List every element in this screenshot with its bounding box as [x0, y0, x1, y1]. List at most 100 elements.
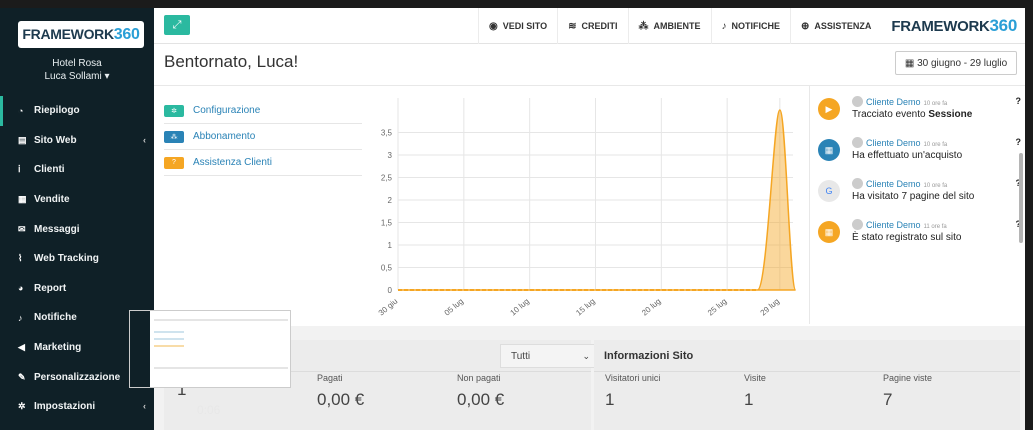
calculator-icon: ▦ [18, 194, 27, 205]
megaphone-icon: ◀ [18, 342, 25, 353]
stat: Pagati 0,00 € [317, 373, 364, 410]
help-icon[interactable]: ? [1016, 96, 1022, 106]
sidebar-item-label: Report [34, 282, 67, 294]
feed-user[interactable]: Cliente Demo 10 ore fa [852, 137, 947, 148]
thumbnail-line [154, 367, 288, 369]
avatar [852, 96, 863, 107]
filter-select-value: Tutti [511, 350, 531, 362]
nav-label: AMBIENTE [653, 21, 701, 31]
sidebar-item-label: Sito Web [34, 134, 77, 146]
top-bar: ⤢ ◉ VEDI SITO ≋ CREDITI ⁂ AMBIENTE ♪ NOTIFICHE ⊕… [154, 8, 1025, 44]
line-chart-icon: ⌇ [18, 253, 23, 264]
sidebar-item-label: Web Tracking [34, 253, 99, 265]
nav-vedi-sito[interactable]: ◉ VEDI SITO [478, 8, 557, 44]
brush-icon: ✎ [18, 371, 26, 382]
feed-scrollbar[interactable] [1019, 153, 1023, 243]
x-tick-label: 10 lug [508, 297, 530, 318]
sidebar-item-impostazioni[interactable]: ✲ Impostazioni ‹ [0, 392, 154, 422]
stat-value: 1 [605, 390, 615, 409]
site-info-title: Informazioni Sito [604, 350, 694, 362]
stat-value: 7 [883, 390, 893, 409]
cubes-icon: ⁂ [164, 130, 184, 143]
question-icon: ? [164, 156, 184, 169]
nav-assistenza[interactable]: ⊕ ASSISTENZA [790, 8, 881, 44]
avatar [852, 178, 863, 189]
site-info-card: Informazioni Sito Visitatori unici 1 Visit… [594, 340, 1020, 430]
feed-item: ▦ Cliente Demo 10 ore fa Ha effettuato un'a… [818, 135, 1025, 176]
feed-user-name: Cliente Demo [866, 97, 921, 107]
page-title: Bentornato, Luca! [164, 52, 299, 71]
divider [809, 86, 810, 324]
thumbnail-line [154, 338, 184, 340]
stat-label: Non pagati [457, 373, 501, 383]
header-logo-text: FRAMEWORK [891, 18, 990, 35]
sidebar-item-report[interactable]: ◕ Report [0, 274, 154, 304]
envelope-icon: ✉ [18, 223, 26, 234]
nav-crediti[interactable]: ≋ CREDITI [557, 8, 627, 44]
nav-notifiche[interactable]: ♪ NOTIFICHE [710, 8, 791, 44]
avatar [852, 137, 863, 148]
info-icon: ◔ [18, 105, 24, 116]
calendar-icon: ▦ [818, 221, 840, 243]
calculator-icon: ▦ [818, 139, 840, 161]
feed-user[interactable]: Cliente Demo 10 ore fa [852, 96, 947, 107]
logo-suffix: 360 [113, 25, 140, 43]
sidebar-item-label: Marketing [34, 342, 82, 354]
divider [154, 85, 1025, 86]
x-tick-label: 20 lug [640, 297, 662, 318]
nav-label: ASSISTENZA [814, 21, 872, 31]
stat: Visite 1 [744, 373, 766, 410]
header-logo[interactable]: FRAMEWORK360 [881, 16, 1025, 36]
pie-chart-icon: ◕ [18, 283, 24, 294]
logo-text: FRAMEWORK [22, 25, 114, 42]
activity-feed: ▶ Cliente Demo 10 ore fa Tracciato evento S… [818, 94, 1025, 258]
x-tick-label: 30 giu [377, 297, 399, 318]
sidebar-item-messaggi[interactable]: ✉ Messaggi [0, 214, 154, 244]
sidebar-item-vendite[interactable]: ▦ Vendite [0, 185, 154, 215]
feed-user-name: Cliente Demo [866, 179, 921, 189]
site-info-header: Informazioni Sito [594, 340, 1020, 372]
date-range-button[interactable]: ▦ 30 giugno - 29 luglio [895, 51, 1017, 75]
user-menu[interactable]: Luca Sollami ▾ [0, 71, 154, 82]
sidebar-item-label: Clienti [34, 164, 65, 176]
x-tick-label: 05 lug [443, 297, 465, 318]
sidebar-item-label: Vendite [34, 194, 70, 206]
hotel-name: Hotel Rosa [52, 58, 102, 69]
feed-user-name: Cliente Demo [866, 138, 921, 148]
x-tick-label: 29 lug [759, 297, 781, 318]
feed-user[interactable]: Cliente Demo 10 ore fa [852, 178, 947, 189]
sidebar-item-riepilogo[interactable]: ◔ Riepilogo [0, 96, 154, 126]
stat-label: Visitatori unici [605, 373, 661, 383]
feed-user-name: Cliente Demo [866, 220, 921, 230]
filter-select[interactable]: Tutti ⌄ [500, 344, 597, 368]
thumbnail-line [154, 331, 184, 333]
sidebar-logo[interactable]: FRAMEWORK360 [18, 21, 144, 48]
link-label: Assistenza Clienti [193, 157, 272, 168]
feed-action: È stato registrato sul sito [852, 232, 962, 243]
stat-value: 0,00 € [457, 390, 505, 409]
expand-button[interactable]: ⤢ [164, 15, 190, 35]
sidebar-item-web-tracking[interactable]: ⌇ Web Tracking [0, 244, 154, 274]
y-tick-label: 2 [388, 196, 393, 205]
lifebuoy-icon: ⊕ [801, 20, 810, 32]
sidebar-item-sito-web[interactable]: ▤ Sito Web ‹ [0, 126, 154, 156]
gear-icon: ✲ [164, 104, 184, 117]
nav-ambiente[interactable]: ⁂ AMBIENTE [627, 8, 711, 44]
x-tick-label: 15 lug [574, 297, 596, 318]
top-nav-items: ◉ VEDI SITO ≋ CREDITI ⁂ AMBIENTE ♪ NOTIFICHE ⊕ AS… [478, 8, 881, 44]
sidebar-item-clienti[interactable]: ⅰ Clienti [0, 155, 154, 185]
link-configurazione[interactable]: ✲ Configurazione [164, 98, 362, 124]
play-icon: ▶ [818, 98, 840, 120]
feed-user[interactable]: Cliente Demo 11 ore fa [852, 219, 947, 230]
feed-time: 10 ore fa [923, 142, 948, 148]
top-nav: ◉ VEDI SITO ≋ CREDITI ⁂ AMBIENTE ♪ NOTIFICHE ⊕ AS… [478, 8, 1025, 44]
link-assistenza-clienti[interactable]: ? Assistenza Clienti [164, 150, 362, 176]
help-icon[interactable]: ? [1016, 137, 1022, 147]
nav-label: NOTIFICHE [731, 21, 781, 31]
bell-icon: ♪ [721, 20, 727, 32]
thumbnail-sidebar [130, 311, 150, 387]
chevron-left-icon: ‹ [143, 134, 146, 145]
video-thumbnail[interactable] [129, 310, 291, 388]
link-abbonamento[interactable]: ⁂ Abbonamento [164, 124, 362, 150]
thumbnail-line [154, 319, 288, 321]
